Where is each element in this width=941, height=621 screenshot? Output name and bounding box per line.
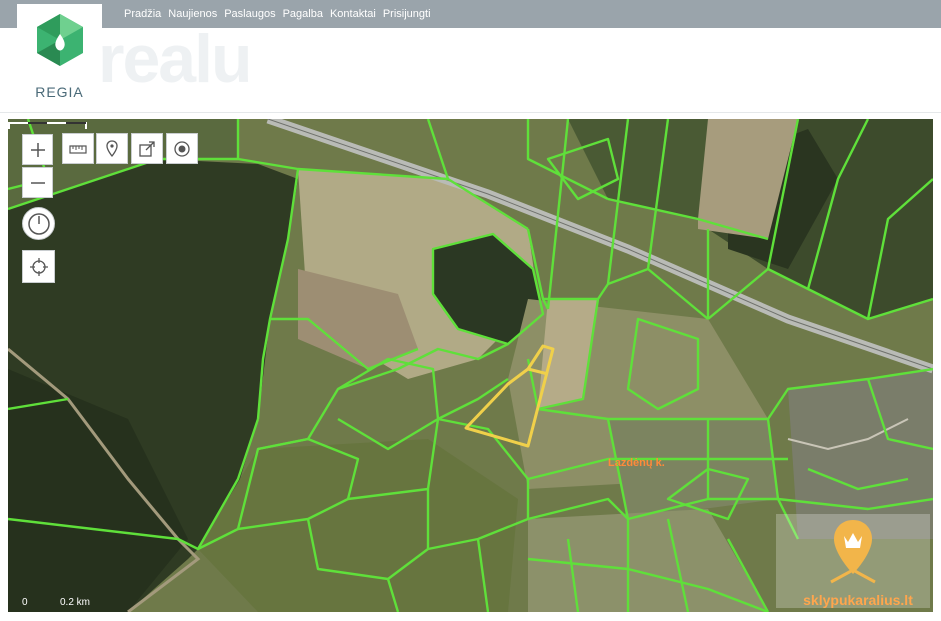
plus-icon bbox=[30, 142, 45, 157]
brand-text: sklypukaralius.lt bbox=[803, 592, 913, 608]
crosshair-icon bbox=[29, 257, 48, 276]
cadastral-map[interactable]: Lazdėnų k. 0 0.2 km sklypukaralius.lt bbox=[8, 119, 933, 612]
regia-logo[interactable]: REGIA bbox=[17, 4, 102, 100]
ruler-icon bbox=[69, 144, 87, 154]
history-button[interactable] bbox=[22, 207, 55, 240]
header-divider bbox=[0, 112, 941, 113]
clock-icon bbox=[27, 212, 50, 235]
crosshair-button[interactable] bbox=[22, 250, 55, 283]
minus-icon bbox=[30, 181, 45, 184]
village-label: Lazdėnų k. bbox=[608, 457, 665, 469]
share-icon bbox=[139, 140, 155, 157]
nav-pradzia[interactable]: Pradžia bbox=[124, 8, 161, 20]
nav-naujienos[interactable]: Naujienos bbox=[168, 8, 217, 20]
share-button[interactable] bbox=[131, 133, 163, 164]
scale-bar bbox=[8, 122, 87, 129]
nav-paslaugos[interactable]: Paslaugos bbox=[224, 8, 275, 20]
locate-button[interactable] bbox=[166, 133, 198, 164]
scale-label-distance: 0.2 km bbox=[60, 597, 91, 608]
regia-logo-icon bbox=[37, 14, 83, 66]
target-icon bbox=[174, 140, 190, 157]
zoom-in-button[interactable] bbox=[22, 134, 53, 165]
marker-button[interactable] bbox=[96, 133, 128, 164]
logo-text: REGIA bbox=[35, 84, 84, 100]
scale-label-zero: 0 bbox=[22, 597, 28, 608]
location-pin-icon bbox=[830, 520, 876, 584]
nav-pagalba[interactable]: Pagalba bbox=[283, 8, 323, 20]
measure-button[interactable] bbox=[62, 133, 94, 164]
watermark-text: realu bbox=[98, 21, 253, 97]
nav-prisijungti[interactable]: Prisijungti bbox=[383, 8, 431, 20]
map-pin-icon bbox=[106, 139, 118, 157]
nav-kontaktai[interactable]: Kontaktai bbox=[330, 8, 376, 20]
zoom-out-button[interactable] bbox=[22, 167, 53, 198]
